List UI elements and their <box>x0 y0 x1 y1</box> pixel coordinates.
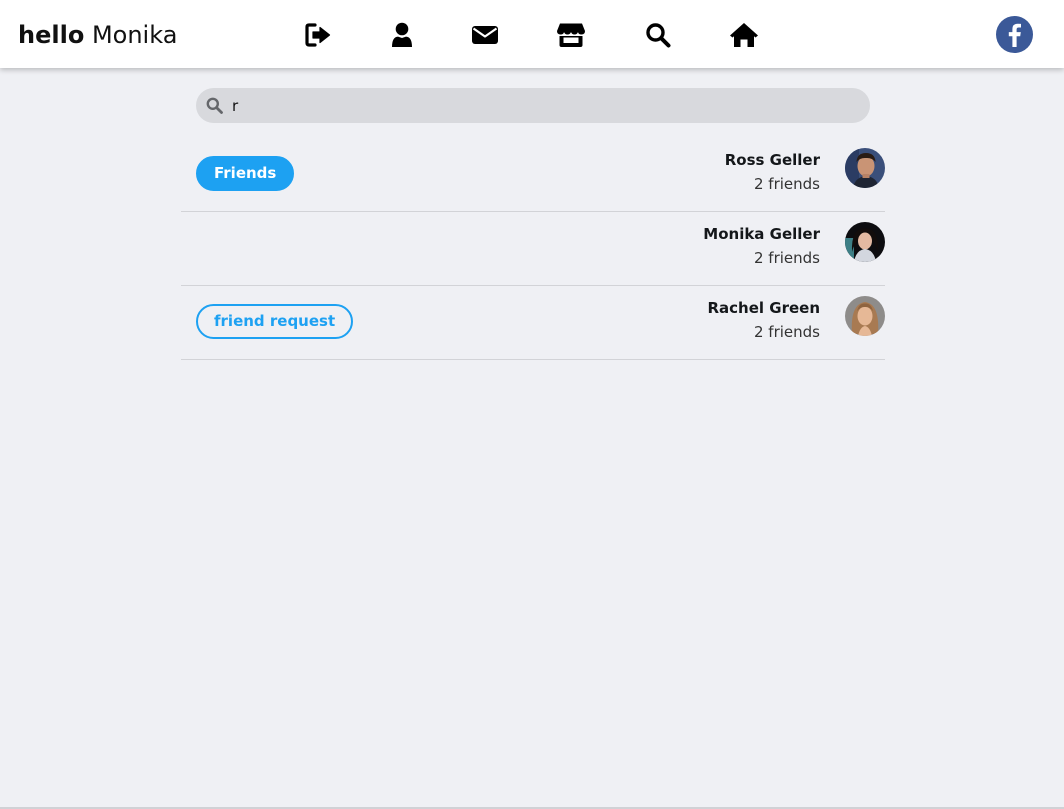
search-input[interactable] <box>232 88 852 123</box>
friends-button[interactable]: Friends <box>196 156 295 191</box>
user-info: Rachel Green 2 friends <box>707 298 820 342</box>
friend-count: 2 friends <box>754 249 820 267</box>
avatar[interactable] <box>845 148 885 188</box>
top-navbar: hello Monika <box>0 0 1064 68</box>
search-icon <box>206 97 223 114</box>
search-icon[interactable] <box>643 20 673 50</box>
friend-count: 2 friends <box>754 323 820 341</box>
search-results-list: Friends Ross Geller 2 friends Monika Gel… <box>181 138 885 360</box>
store-icon[interactable] <box>556 20 586 50</box>
envelope-icon[interactable] <box>470 20 500 50</box>
user-info: Ross Geller 2 friends <box>725 150 820 194</box>
friend-request-button[interactable]: friend request <box>196 304 354 339</box>
avatar[interactable] <box>845 296 885 336</box>
greeting: hello Monika <box>18 20 177 50</box>
list-item: friend request Rachel Green 2 friends <box>181 286 885 360</box>
list-item: Friends Ross Geller 2 friends <box>181 138 885 212</box>
greeting-username: Monika <box>91 21 178 49</box>
user-name[interactable]: Ross Geller <box>725 150 820 170</box>
search-bar[interactable] <box>196 88 870 123</box>
sign-out-icon[interactable] <box>303 20 333 50</box>
user-icon[interactable] <box>387 20 417 50</box>
user-info: Monika Geller 2 friends <box>703 224 820 268</box>
facebook-logo-icon[interactable] <box>996 16 1033 53</box>
list-item: Monika Geller 2 friends <box>181 212 885 286</box>
friend-count: 2 friends <box>754 175 820 193</box>
avatar[interactable] <box>845 222 885 262</box>
user-name[interactable]: Monika Geller <box>703 224 820 244</box>
user-name[interactable]: Rachel Green <box>707 298 820 318</box>
home-icon[interactable] <box>729 20 759 50</box>
main-content: Friends Ross Geller 2 friends Monika Gel… <box>0 68 1064 807</box>
greeting-prefix: hello <box>18 21 85 49</box>
